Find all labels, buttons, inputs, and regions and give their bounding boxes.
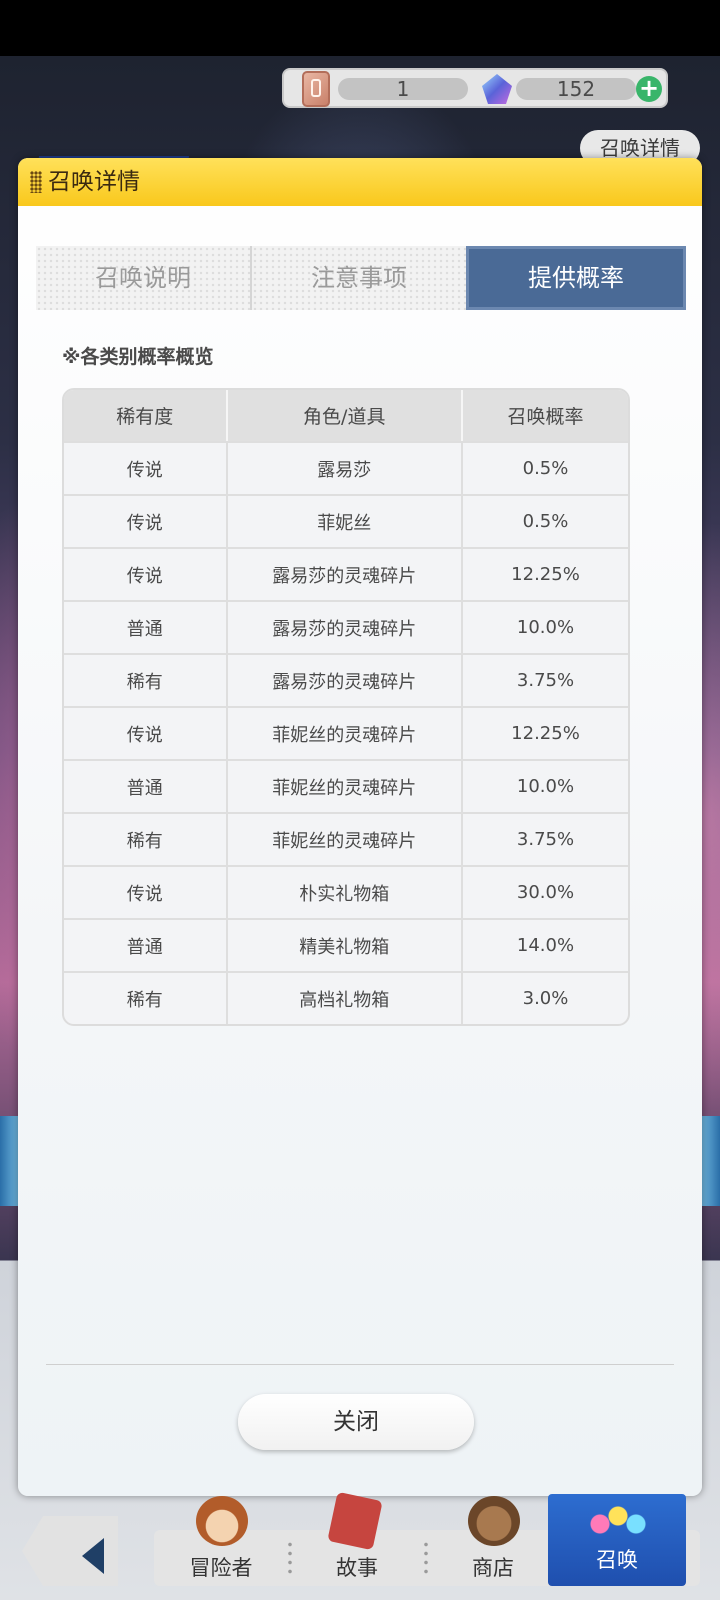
- tab-summon-description[interactable]: 召唤说明: [36, 246, 250, 310]
- cell-item: 朴实礼物箱: [227, 865, 463, 918]
- back-arrow-icon: [82, 1538, 104, 1574]
- tab-provided-rates[interactable]: 提供概率: [466, 246, 686, 310]
- table-row: 稀有 菲妮丝的灵魂碎片 3.75%: [64, 812, 628, 865]
- footer-divider: [46, 1364, 674, 1365]
- nav-shop[interactable]: 商店: [426, 1496, 560, 1586]
- cell-rarity: 传说: [64, 865, 228, 918]
- cell-rarity: 传说: [64, 441, 228, 494]
- cell-rarity: 稀有: [64, 653, 228, 706]
- cell-item: 露易莎的灵魂碎片: [227, 547, 463, 600]
- nav-adventurer[interactable]: 冒险者: [154, 1496, 288, 1586]
- cell-rate: 12.25%: [462, 547, 628, 600]
- bottom-nav: 冒险者 故事 商店 召唤: [0, 1491, 720, 1600]
- table-header-row: 稀有度 角色/道具 召唤概率: [64, 390, 628, 441]
- cell-item: 高档礼物箱: [227, 971, 463, 1024]
- nav-label: 商店: [472, 1556, 514, 1580]
- table-row: 传说 朴实礼物箱 30.0%: [64, 865, 628, 918]
- cell-rarity: 传说: [64, 494, 228, 547]
- nav-summon[interactable]: 召唤: [548, 1494, 686, 1586]
- cell-rate: 3.75%: [462, 653, 628, 706]
- cell-rarity: 稀有: [64, 812, 228, 865]
- crystal-gem-icon: [482, 74, 512, 104]
- table-row: 普通 露易莎的灵魂碎片 10.0%: [64, 600, 628, 653]
- table-row: 传说 露易莎的灵魂碎片 12.25%: [64, 547, 628, 600]
- table-row: 普通 菲妮丝的灵魂碎片 10.0%: [64, 759, 628, 812]
- currency-bar: 1 152 +: [282, 68, 668, 108]
- cell-rarity: 稀有: [64, 971, 228, 1024]
- table-row: 稀有 露易莎的灵魂碎片 3.75%: [64, 653, 628, 706]
- nav-label: 冒险者: [189, 1556, 253, 1580]
- cell-rate: 10.0%: [462, 759, 628, 812]
- plus-icon[interactable]: +: [636, 76, 662, 102]
- adventurer-icon: [196, 1496, 248, 1546]
- cell-item: 菲妮丝: [227, 494, 463, 547]
- close-button[interactable]: 关闭: [238, 1394, 474, 1450]
- cell-item: 菲妮丝的灵魂碎片: [227, 812, 463, 865]
- cell-rate: 0.5%: [462, 441, 628, 494]
- cell-rarity: 传说: [64, 547, 228, 600]
- cell-item: 精美礼物箱: [227, 918, 463, 971]
- cell-item: 露易莎的灵魂碎片: [227, 653, 463, 706]
- table-row: 传说 菲妮丝的灵魂碎片 12.25%: [64, 706, 628, 759]
- cell-rate: 0.5%: [462, 494, 628, 547]
- cell-item: 菲妮丝的灵魂碎片: [227, 706, 463, 759]
- cell-rate: 12.25%: [462, 706, 628, 759]
- nav-label: 故事: [336, 1556, 378, 1580]
- story-book-icon: [327, 1491, 383, 1551]
- ticket-count: 1: [338, 78, 468, 100]
- header-item: 角色/道具: [227, 390, 463, 441]
- table-row: 传说 露易莎 0.5%: [64, 441, 628, 494]
- nav-story[interactable]: 故事: [290, 1491, 424, 1586]
- table-row: 传说 菲妮丝 0.5%: [64, 494, 628, 547]
- modal-header: 召唤详情: [18, 158, 702, 206]
- cell-rate: 10.0%: [462, 600, 628, 653]
- modal-title: 召唤详情: [48, 169, 140, 195]
- summon-detail-modal: 召唤详情 召唤说明 注意事项 提供概率 ※各类别概率概览 稀有度 角色/道具 召…: [18, 158, 702, 1496]
- cell-rarity: 普通: [64, 759, 228, 812]
- shop-bag-icon: [468, 1496, 520, 1546]
- tab-notes[interactable]: 注意事项: [250, 246, 466, 310]
- cell-item: 露易莎: [227, 441, 463, 494]
- header-rate: 召唤概率: [462, 390, 628, 441]
- cell-item: 菲妮丝的灵魂碎片: [227, 759, 463, 812]
- summon-orbs-icon: [588, 1500, 648, 1540]
- grip-icon: [30, 171, 42, 193]
- cell-rarity: 传说: [64, 706, 228, 759]
- cell-rate: 30.0%: [462, 865, 628, 918]
- nav-label: 召唤: [596, 1548, 638, 1572]
- gem-count: 152: [516, 78, 636, 100]
- cell-rate: 14.0%: [462, 918, 628, 971]
- cell-item: 露易莎的灵魂碎片: [227, 600, 463, 653]
- tab-bar: 召唤说明 注意事项 提供概率: [36, 246, 686, 310]
- header-rarity: 稀有度: [64, 390, 228, 441]
- cell-rarity: 普通: [64, 918, 228, 971]
- cell-rarity: 普通: [64, 600, 228, 653]
- back-button[interactable]: [22, 1516, 118, 1586]
- cell-rate: 3.0%: [462, 971, 628, 1024]
- table-row: 普通 精美礼物箱 14.0%: [64, 918, 628, 971]
- cell-rate: 3.75%: [462, 812, 628, 865]
- summon-ticket-icon: [302, 71, 330, 107]
- rate-table: 稀有度 角色/道具 召唤概率 传说 露易莎 0.5% 传说 菲妮丝 0.5% 传…: [62, 388, 630, 1026]
- table-row: 稀有 高档礼物箱 3.0%: [64, 971, 628, 1024]
- section-heading: ※各类别概率概览: [62, 346, 214, 368]
